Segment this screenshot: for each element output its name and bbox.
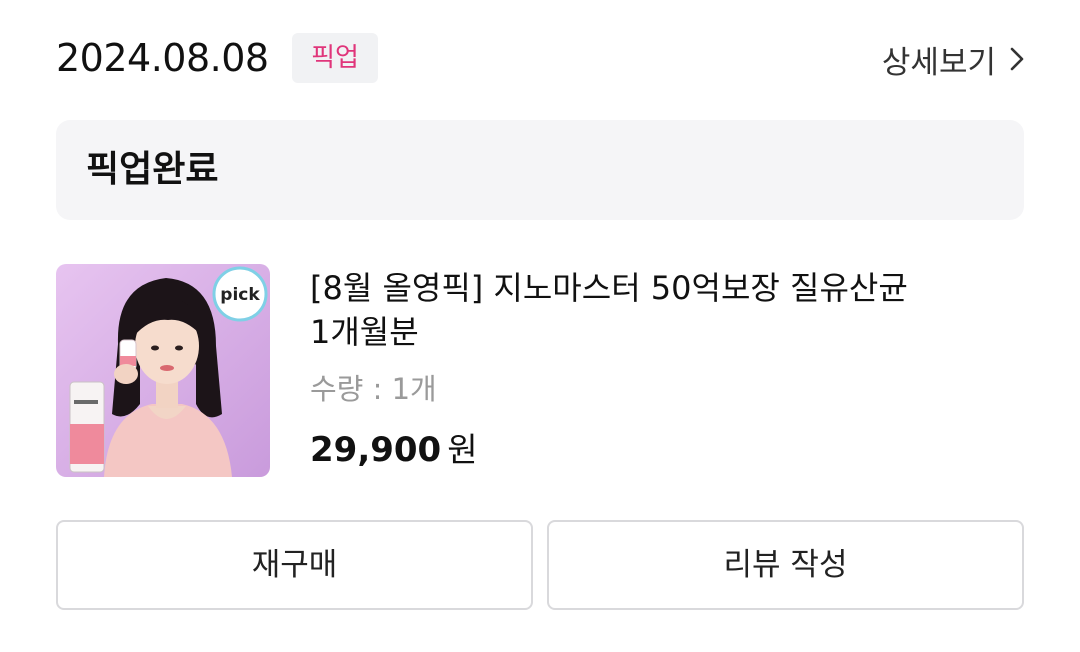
thumbnail-badge-text: pick <box>220 285 260 305</box>
chevron-right-icon <box>1010 47 1024 71</box>
order-card: 2024.08.08 픽업 상세보기 픽업완료 pick [8월 올영픽] 지노… <box>0 0 1080 652</box>
order-status-panel: 픽업완료 <box>56 120 1024 220</box>
view-details-link[interactable]: 상세보기 <box>882 36 1024 82</box>
price-value: 29,900 <box>310 430 442 470</box>
product-price: 29,900 원 <box>310 426 478 474</box>
order-status: 픽업완료 <box>86 149 219 190</box>
write-review-button[interactable]: 리뷰 작성 <box>547 520 1024 610</box>
rebuy-button[interactable]: 재구매 <box>56 520 533 610</box>
product-thumbnail[interactable]: pick <box>56 264 270 477</box>
view-details-label: 상세보기 <box>881 44 996 81</box>
product-quantity: 수량 : 1개 <box>310 372 437 406</box>
price-currency: 원 <box>447 430 478 469</box>
product-name[interactable]: [8월 올영픽] 지노마스터 50억보장 질유산균 1개월분 <box>310 266 930 354</box>
order-date: 2024.08.08 <box>56 36 269 80</box>
pickup-badge: 픽업 <box>292 33 378 83</box>
